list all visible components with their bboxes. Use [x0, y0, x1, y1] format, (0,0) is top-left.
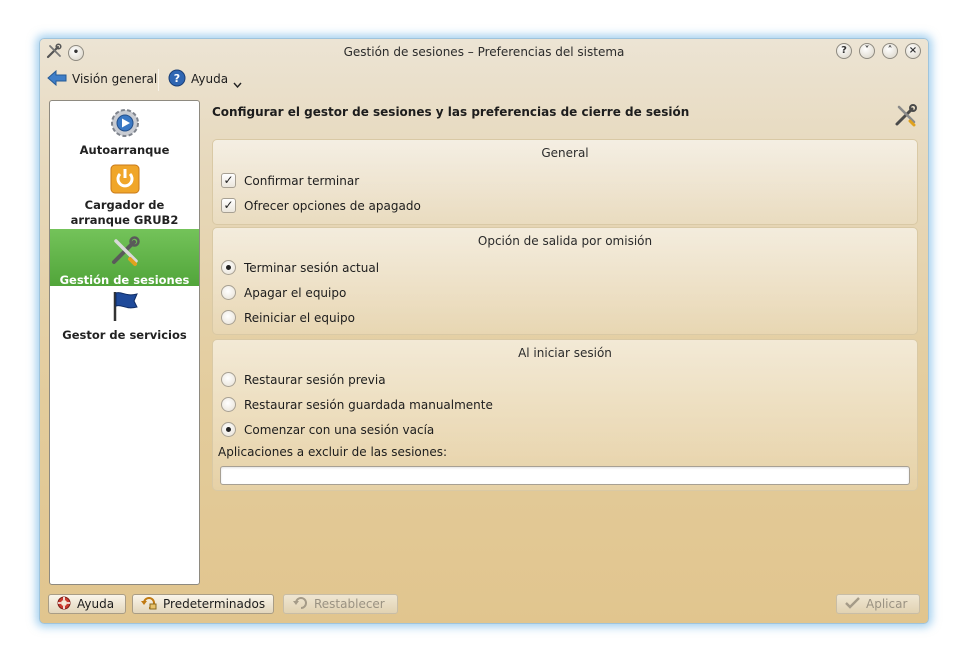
gear-play-icon — [109, 107, 141, 143]
overview-button[interactable]: Visión general — [47, 67, 157, 91]
sidebar-item-grub2[interactable]: Cargador de arranque GRUB2 — [50, 163, 199, 227]
restart-radio[interactable] — [221, 310, 236, 325]
help-button-label: Ayuda — [77, 597, 115, 611]
defaults-icon — [141, 596, 157, 613]
defaults-button-label: Predeterminados — [163, 597, 266, 611]
sidebar-item-session-management[interactable]: Gestión de sesiones — [50, 229, 199, 287]
help-lifebuoy-icon — [57, 596, 71, 613]
restart-radio-option[interactable]: Reiniciar el equipo — [221, 310, 355, 325]
group-title: General — [541, 146, 589, 160]
flag-icon — [110, 290, 140, 326]
sidebar-item-label: Cargador de — [84, 198, 165, 212]
empty-session-option[interactable]: Comenzar con una sesión vacía — [221, 422, 434, 437]
restore-previous-option[interactable]: Restaurar sesión previa — [221, 372, 386, 387]
window-title: Gestión de sesiones – Preferencias del s… — [343, 45, 625, 59]
defaults-button[interactable]: Predeterminados — [132, 594, 274, 614]
sidebar-item-label-line2: arranque GRUB2 — [70, 213, 179, 227]
minimize-icon[interactable]: ˅ — [859, 43, 875, 59]
page-title: Configurar el gestor de sesiones y las p… — [212, 105, 690, 119]
grub-boot-icon — [110, 164, 140, 198]
confirm-logout-option[interactable]: ✓ Confirmar terminar — [221, 173, 359, 188]
close-icon[interactable]: × — [905, 43, 921, 59]
empty-session-radio[interactable] — [221, 422, 236, 437]
help-question-icon[interactable]: ? — [836, 43, 852, 59]
option-label: Reiniciar el equipo — [244, 310, 355, 325]
toolbar-separator — [158, 69, 159, 91]
help-icon: ? — [168, 69, 186, 90]
exclude-apps-input[interactable] — [220, 466, 910, 485]
apply-button[interactable]: Aplicar — [836, 594, 920, 614]
on-login-group: Al iniciar sesión Restaurar sesión previ… — [212, 339, 918, 491]
sidebar-item-label: Autoarranque — [79, 143, 170, 157]
apply-button-label: Aplicar — [866, 597, 908, 611]
group-title: Opción de salida por omisión — [477, 234, 653, 248]
tools-icon — [894, 103, 918, 130]
shutdown-radio-option[interactable]: Apagar el equipo — [221, 285, 346, 300]
title-bar: • Gestión de sesiones – Preferencias del… — [40, 39, 928, 65]
settings-window: • Gestión de sesiones – Preferencias del… — [39, 38, 929, 624]
tools-icon — [109, 235, 141, 271]
general-group: General ✓ Confirmar terminar ✓ Ofrecer o… — [212, 139, 918, 225]
window-controls: ? ˅ ˄ × — [836, 43, 921, 59]
back-arrow-icon — [47, 69, 67, 89]
check-icon — [845, 596, 860, 612]
option-label: Confirmar terminar — [244, 173, 360, 188]
default-leave-group: Opción de salida por omisión Terminar se… — [212, 227, 918, 335]
restore-previous-radio[interactable] — [221, 372, 236, 387]
reset-button[interactable]: Restablecer — [283, 594, 398, 614]
sidebar-item-autostart[interactable]: Autoarranque — [50, 105, 199, 161]
toolbar: Visión general ? Ayuda — [40, 65, 928, 95]
option-label: Apagar el equipo — [244, 285, 347, 300]
offer-shutdown-checkbox[interactable]: ✓ — [221, 198, 236, 213]
shutdown-radio[interactable] — [221, 285, 236, 300]
group-title: Al iniciar sesión — [518, 346, 612, 360]
offer-shutdown-option[interactable]: ✓ Ofrecer opciones de apagado — [221, 198, 421, 213]
sidebar-item-service-manager[interactable]: Gestor de servicios — [50, 289, 199, 347]
logout-radio[interactable] — [221, 260, 236, 275]
restore-saved-radio[interactable] — [221, 397, 236, 412]
option-label: Comenzar con una sesión vacía — [244, 422, 435, 437]
module-sidebar: Autoarranque Cargador de arranque GRUB2 … — [49, 100, 200, 585]
exclude-apps-label: Aplicaciones a excluir de las sesiones: — [218, 445, 448, 459]
reset-button-label: Restablecer — [314, 597, 385, 611]
help-button[interactable]: Ayuda — [48, 594, 126, 614]
sidebar-item-label: Gestión de sesiones — [59, 273, 190, 287]
option-label: Restaurar sesión guardada manualmente — [244, 397, 493, 412]
svg-text:?: ? — [174, 72, 180, 85]
logout-radio-option[interactable]: Terminar sesión actual — [221, 260, 379, 275]
reset-icon — [292, 596, 308, 613]
overview-label: Visión general — [72, 72, 158, 86]
option-label: Ofrecer opciones de apagado — [244, 198, 421, 213]
help-menu-label: Ayuda — [191, 72, 229, 86]
sidebar-item-label: Gestor de servicios — [62, 328, 187, 342]
chevron-down-icon — [233, 77, 242, 91]
help-menu-button[interactable]: ? Ayuda — [168, 67, 242, 91]
option-label: Restaurar sesión previa — [244, 372, 386, 387]
maximize-icon[interactable]: ˄ — [882, 43, 898, 59]
restore-saved-option[interactable]: Restaurar sesión guardada manualmente — [221, 397, 493, 412]
option-label: Terminar sesión actual — [244, 260, 380, 275]
confirm-logout-checkbox[interactable]: ✓ — [221, 173, 236, 188]
